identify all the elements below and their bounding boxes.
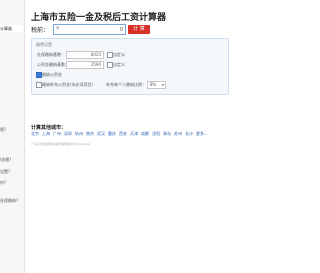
fund-checkbox-label: 缴纳公积金 (42, 72, 62, 77)
city-link[interactable]: 天津 (130, 131, 138, 136)
city-link[interactable]: 武汉 (97, 131, 105, 136)
salary-input[interactable] (63, 25, 125, 34)
supplement-rate-select[interactable]: 8% ▼ (147, 81, 166, 89)
city-link[interactable]: 西安 (119, 131, 127, 136)
fund-base-label: 公积金缴纳基数： (37, 62, 69, 67)
city-link[interactable]: 成都 (141, 131, 149, 136)
social-base-input[interactable]: 8020 (66, 51, 104, 59)
sidebar-item-how[interactable]: 何? (0, 180, 6, 186)
settings-legend: 缴费设置 (36, 42, 52, 47)
social-base-label: 社保缴纳基数： (37, 52, 65, 57)
city-link[interactable]: 北京 (31, 131, 39, 136)
city-links: 北京 上海 广州 深圳 杭州 南京 武汉 重庆 西安 天津 成都 沈阳 青岛 苏州 长沙 更多... (31, 131, 221, 137)
city-link-more[interactable]: 更多... (196, 131, 208, 136)
sidebar-item-calculator[interactable]: 计算器 (0, 25, 23, 32)
other-cities-title: 计算其他城市： (31, 125, 67, 131)
salary-input-box[interactable]: ¥ (53, 24, 126, 35)
sidebar: 计算器 税? l金缴? 设置? 何? 社保缴纳? (0, 0, 25, 273)
city-link[interactable]: 深圳 (64, 131, 72, 136)
custom-fund-label: 自定义 (113, 62, 125, 67)
tax-label: 税前： (31, 27, 50, 34)
sidebar-item-social[interactable]: 社保缴纳? (0, 198, 18, 204)
city-link[interactable]: 南京 (86, 131, 94, 136)
city-link[interactable]: 上海 (42, 131, 50, 136)
page-title: 上海市五险一金及税后工资计算器 (31, 13, 167, 23)
supplement-rate-label: 补充每个人缴纳比例： (106, 82, 146, 87)
supplement-rate-value: 8% (150, 82, 157, 87)
settings-panel: 缴费设置 社保缴纳基数： 8020 自定义 公积金缴纳基数： 2590 自定义 … (31, 38, 229, 95)
city-link[interactable]: 长沙 (185, 131, 193, 136)
footer-note: 广东省社会保险基金管理局统计与Shanghai (31, 142, 91, 146)
city-link[interactable]: 青岛 (163, 131, 171, 136)
calculate-button[interactable]: 计 算 (128, 25, 150, 34)
chevron-down-icon: ▼ (161, 83, 164, 87)
custom-social-label: 自定义 (113, 52, 125, 57)
city-link[interactable]: 杭州 (75, 131, 83, 136)
sidebar-item-tax[interactable]: 税? (0, 127, 6, 133)
yen-icon: ¥ (56, 26, 60, 32)
city-link[interactable]: 广州 (53, 131, 61, 136)
supplement-checkbox-label: 缴纳补充公积金(非必须项目) (42, 82, 94, 87)
sidebar-item-fund[interactable]: l金缴? (0, 157, 11, 163)
sidebar-item-setup[interactable]: 设置? (0, 169, 10, 175)
city-link[interactable]: 苏州 (174, 131, 182, 136)
city-link[interactable]: 重庆 (108, 131, 116, 136)
city-link[interactable]: 沈阳 (152, 131, 160, 136)
fund-base-input[interactable]: 2590 (66, 61, 104, 69)
